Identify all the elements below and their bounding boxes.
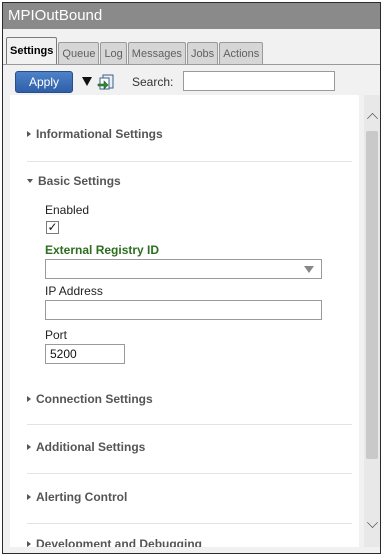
divider xyxy=(27,473,352,474)
section-label: Basic Settings xyxy=(38,174,121,188)
window-title: MPIOutBound xyxy=(3,3,380,29)
section-label: Additional Settings xyxy=(36,440,146,454)
section-development-and-debugging[interactable]: Development and Debugging xyxy=(27,537,202,547)
search-input[interactable] xyxy=(183,71,335,91)
window: MPIOutBound Settings Queue Log Messages … xyxy=(2,2,381,554)
apply-button[interactable]: Apply xyxy=(15,71,73,93)
expand-triangle-icon xyxy=(27,396,31,402)
enabled-checkbox[interactable]: ✓ xyxy=(46,221,59,234)
tab-messages[interactable]: Messages xyxy=(127,42,186,64)
search-label: Search: xyxy=(132,75,174,89)
divider xyxy=(27,161,352,162)
divider xyxy=(27,424,352,425)
expand-triangle-icon xyxy=(27,494,31,500)
tab-queue[interactable]: Queue xyxy=(58,42,100,64)
settings-panel: Informational Settings Basic Settings En… xyxy=(10,95,359,547)
tab-log[interactable]: Log xyxy=(100,42,127,64)
tab-settings[interactable]: Settings xyxy=(6,37,58,64)
section-additional-settings[interactable]: Additional Settings xyxy=(27,440,145,454)
tab-jobs[interactable]: Jobs xyxy=(186,42,219,64)
external-registry-id-label: External Registry ID xyxy=(45,243,160,257)
export-icon[interactable] xyxy=(97,73,115,91)
toolbar: Apply Search: xyxy=(3,69,380,95)
ip-address-label: IP Address xyxy=(45,284,103,298)
expand-triangle-icon xyxy=(27,444,31,450)
section-label: Informational Settings xyxy=(36,127,163,141)
section-informational-settings[interactable]: Informational Settings xyxy=(27,127,163,141)
enabled-label: Enabled xyxy=(45,203,90,217)
tab-divider xyxy=(3,64,380,65)
section-label: Alerting Control xyxy=(36,490,128,504)
scrollbar-thumb[interactable] xyxy=(366,131,378,459)
port-input[interactable]: 5200 xyxy=(45,344,125,364)
section-connection-settings[interactable]: Connection Settings xyxy=(27,392,153,406)
collapse-triangle-icon xyxy=(27,179,33,183)
section-basic-settings[interactable]: Basic Settings xyxy=(27,174,121,188)
chevron-down-icon xyxy=(304,266,314,273)
dropdown-triangle-icon[interactable] xyxy=(82,77,92,86)
ip-address-input[interactable] xyxy=(45,300,322,320)
tab-bar: Settings Queue Log Messages Jobs Actions xyxy=(6,37,264,64)
port-label: Port xyxy=(45,328,68,342)
external-registry-id-select[interactable] xyxy=(45,259,322,279)
divider xyxy=(27,523,352,524)
section-label: Connection Settings xyxy=(36,392,153,406)
section-alerting-control[interactable]: Alerting Control xyxy=(27,490,127,504)
section-label: Development and Debugging xyxy=(36,537,203,547)
tab-actions[interactable]: Actions xyxy=(219,42,264,64)
expand-triangle-icon xyxy=(27,131,31,137)
expand-triangle-icon xyxy=(27,541,31,547)
